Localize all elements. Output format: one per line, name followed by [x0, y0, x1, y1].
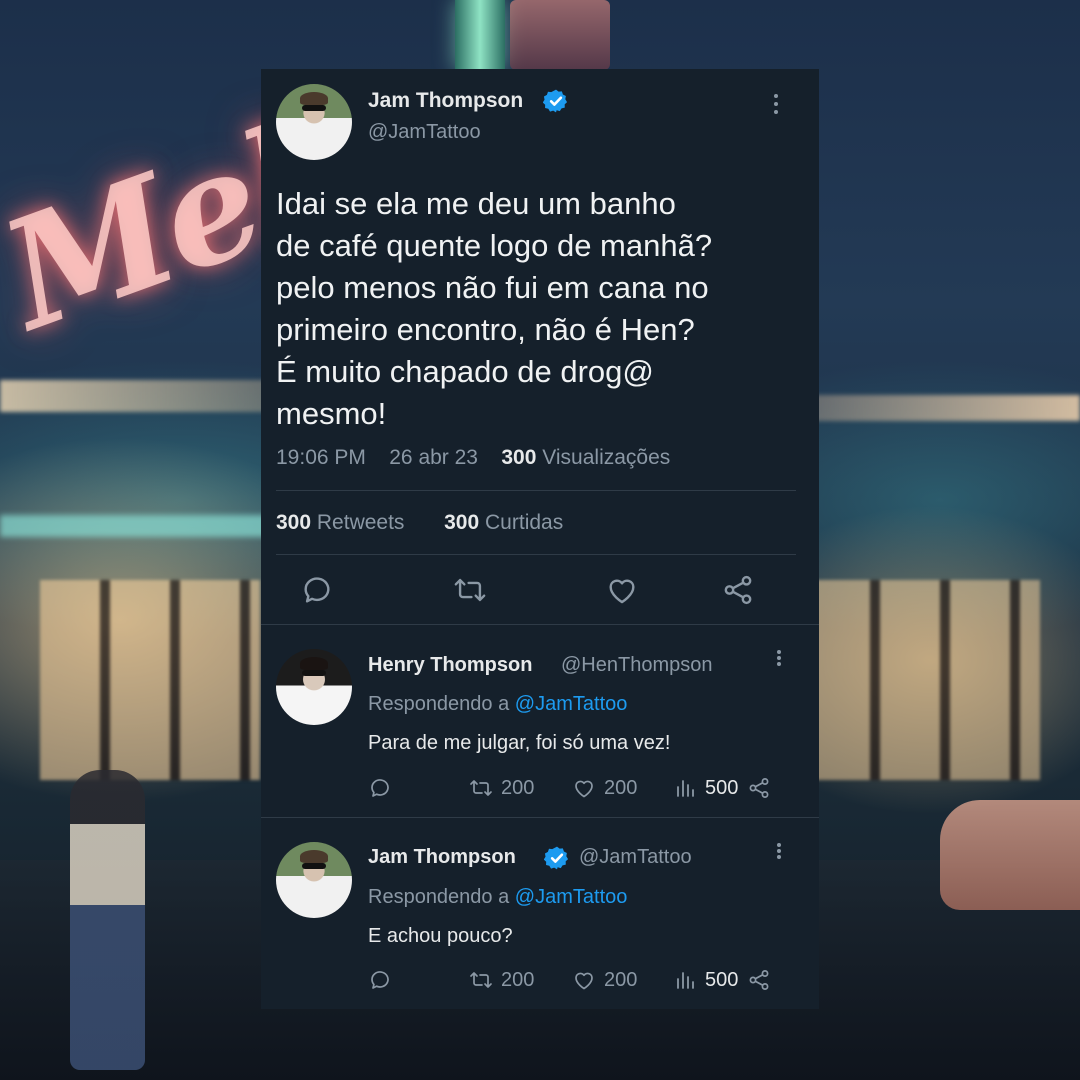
reply-text: E achou pouco? [368, 925, 513, 947]
views-label: Visualizações [542, 446, 671, 469]
views-button[interactable]: 500 [673, 968, 738, 992]
tweet-text: Idai se ela me deu um banho de café quen… [276, 186, 713, 431]
retweet-button[interactable]: 200 [469, 968, 534, 992]
share-icon[interactable] [747, 968, 771, 992]
roof-light-right [810, 395, 1080, 421]
retweet-icon[interactable] [453, 573, 487, 607]
diner-windows-right [810, 580, 1040, 780]
roof-neon-left [0, 515, 270, 537]
avatar[interactable] [276, 842, 352, 918]
like-icon[interactable] [572, 968, 596, 992]
diner-windows-left [40, 580, 260, 780]
retweets-count[interactable]: 300 [276, 511, 311, 534]
like-button[interactable]: 200 [572, 776, 637, 800]
reply-author-handle[interactable]: @JamTattoo [579, 846, 692, 869]
retweet-count: 200 [501, 776, 535, 799]
reply-button[interactable] [368, 968, 392, 992]
like-button[interactable]: 200 [572, 968, 637, 992]
reply-icon[interactable] [300, 573, 334, 607]
retweet-icon[interactable] [469, 776, 493, 800]
mention-link[interactable]: @JamTattoo [515, 886, 628, 908]
likes-count[interactable]: 300 [444, 511, 479, 534]
views-count: 500 [705, 968, 739, 991]
avatar[interactable] [276, 649, 352, 725]
tweet-time: 19:06 PM [276, 446, 366, 469]
tweet-stats: 300 Retweets 300 Curtidas [276, 511, 563, 535]
verified-badge-icon [543, 89, 568, 113]
reply-author-name[interactable]: Jam Thompson [368, 846, 516, 869]
reply-button[interactable] [368, 776, 392, 800]
replying-to-line: Respondendo a @JamTattoo [368, 693, 627, 716]
reply-author-name[interactable]: Henry Thompson [368, 654, 532, 677]
tweet-meta: 19:06 PM 26 abr 23 300 Visualizações [276, 446, 670, 470]
replying-label: Respondendo a [368, 886, 510, 908]
replying-label: Respondendo a [368, 693, 510, 715]
author-name[interactable]: Jam Thompson [368, 89, 523, 113]
views-count: 500 [705, 776, 739, 799]
like-count: 200 [604, 968, 638, 991]
car-graphic [940, 800, 1080, 910]
reply-icon[interactable] [368, 776, 392, 800]
tweet-date: 26 abr 23 [389, 446, 478, 469]
share-icon[interactable] [721, 573, 755, 607]
divider [261, 624, 819, 625]
more-options-icon[interactable] [769, 840, 789, 862]
views-chart-icon [677, 780, 694, 797]
like-icon[interactable] [605, 573, 639, 607]
share-icon[interactable] [747, 776, 771, 800]
divider [261, 817, 819, 818]
neon-tower-graphic [455, 0, 505, 70]
avatar[interactable] [276, 84, 352, 160]
tweet-card: Jam Thompson @JamTattoo Idai se ela me d… [261, 69, 819, 1009]
verified-badge-icon [544, 846, 569, 870]
reply-text: Para de me julgar, foi só uma vez! [368, 732, 671, 754]
author-handle[interactable]: @JamTattoo [368, 121, 481, 144]
divider [276, 554, 796, 555]
retweet-count: 200 [501, 968, 535, 991]
neon-tower-ring-graphic [510, 0, 610, 70]
views-count: 300 [501, 446, 537, 469]
like-count: 200 [604, 776, 638, 799]
retweet-button[interactable]: 200 [469, 776, 534, 800]
retweets-label[interactable]: Retweets [317, 511, 405, 534]
person-graphic [70, 770, 145, 1070]
replying-to-line: Respondendo a @JamTattoo [368, 886, 627, 909]
retweet-icon[interactable] [469, 968, 493, 992]
reply-author-handle[interactable]: @HenThompson [561, 654, 712, 677]
views-button[interactable]: 500 [673, 776, 738, 800]
like-icon[interactable] [572, 776, 596, 800]
more-options-icon[interactable] [766, 91, 786, 117]
reply-icon[interactable] [368, 968, 392, 992]
divider [276, 490, 796, 491]
roof-light-left [0, 380, 270, 412]
mention-link[interactable]: @JamTattoo [515, 693, 628, 715]
likes-label[interactable]: Curtidas [485, 511, 563, 534]
more-options-icon[interactable] [769, 647, 789, 669]
views-chart-icon [677, 972, 694, 989]
